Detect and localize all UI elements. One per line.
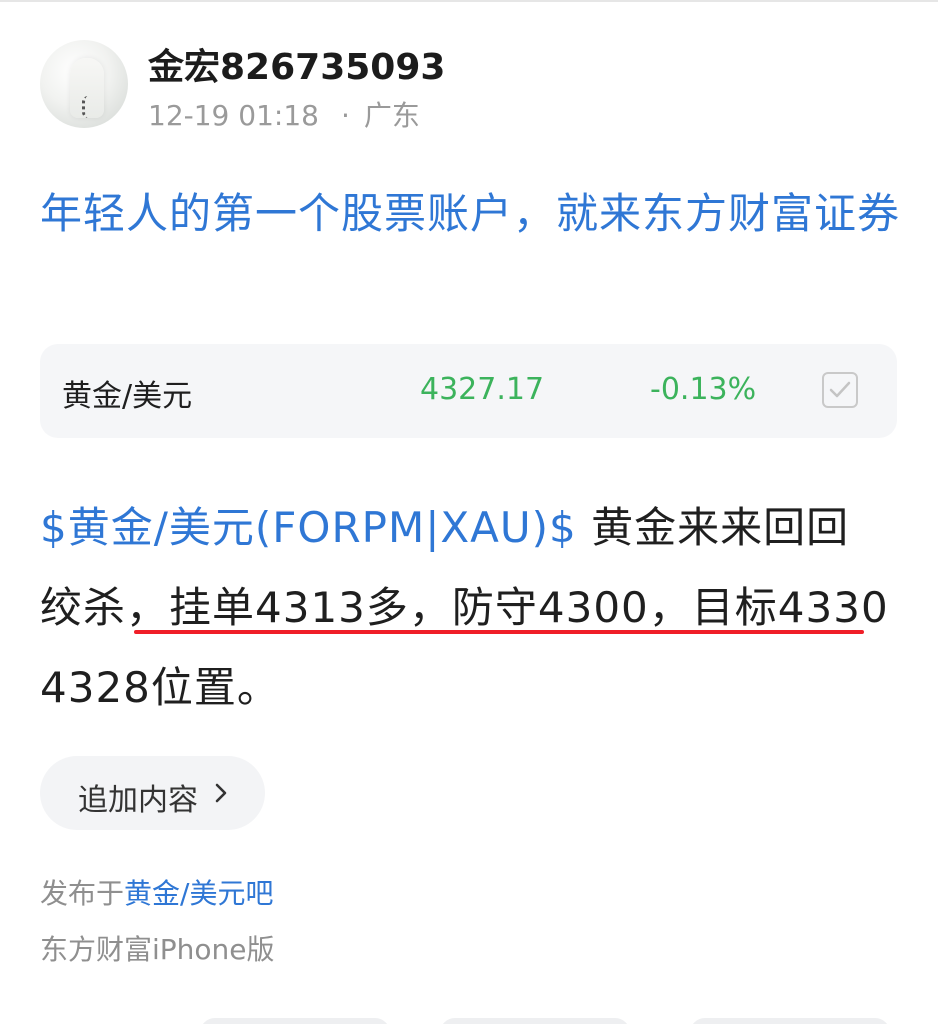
quote-price: 4327.17 (420, 372, 545, 407)
post-time: 12-19 01:18 (148, 99, 319, 132)
red-underline-annotation (134, 630, 864, 634)
post-text-1: 黄金来来回回 (576, 503, 850, 552)
checkbox-icon[interactable] (822, 372, 858, 408)
post-location: 广东 (363, 99, 420, 132)
top-divider (0, 0, 938, 2)
avatar-beads (82, 96, 95, 118)
forum-link[interactable]: 黄金/美元吧 (124, 877, 273, 910)
post-line-3: 4328位置。 (40, 663, 280, 712)
bottom-pill-1[interactable] (200, 1018, 390, 1024)
post-line-1: $黄金/美元(FORPM|XAU)$ 黄金来来回回 (40, 488, 910, 568)
posted-in-prefix: 发布于 (40, 877, 125, 910)
stock-tag-link[interactable]: $黄金/美元(FORPM|XAU)$ (40, 503, 577, 552)
posted-in: 发布于黄金/美元吧 (40, 872, 273, 912)
post-detail-page: 金宏826735093 12-19 01:18 · 广东 年轻人的第一个股票账户，就… (0, 0, 938, 1024)
promo-link[interactable]: 年轻人的第一个股票账户，就来东方财富证券 (40, 180, 900, 248)
bottom-pill-3[interactable] (690, 1018, 890, 1024)
post-body: $黄金/美元(FORPM|XAU)$ 黄金来来回回 绞杀，挂单4313多，防守4… (40, 488, 910, 728)
quote-name: 黄金/美元 (62, 379, 193, 414)
meta-separator: · (340, 99, 350, 132)
quote-card[interactable]: 黄金/美元 4327.17 -0.13% (40, 344, 897, 438)
client-source: 东方财富iPhone版 (40, 933, 275, 966)
add-content-button[interactable]: 追加内容 (40, 756, 265, 830)
author-avatar[interactable] (40, 40, 128, 128)
author-name[interactable]: 金宏826735093 (148, 38, 445, 90)
add-content-label: 追加内容 (78, 783, 198, 818)
bottom-pill-2[interactable] (440, 1018, 630, 1024)
post-line-2: 绞杀，挂单4313多，防守4300，目标4330 (40, 583, 889, 632)
quote-change: -0.13% (650, 372, 757, 407)
post-meta: 12-19 01:18 · 广东 (148, 94, 420, 134)
